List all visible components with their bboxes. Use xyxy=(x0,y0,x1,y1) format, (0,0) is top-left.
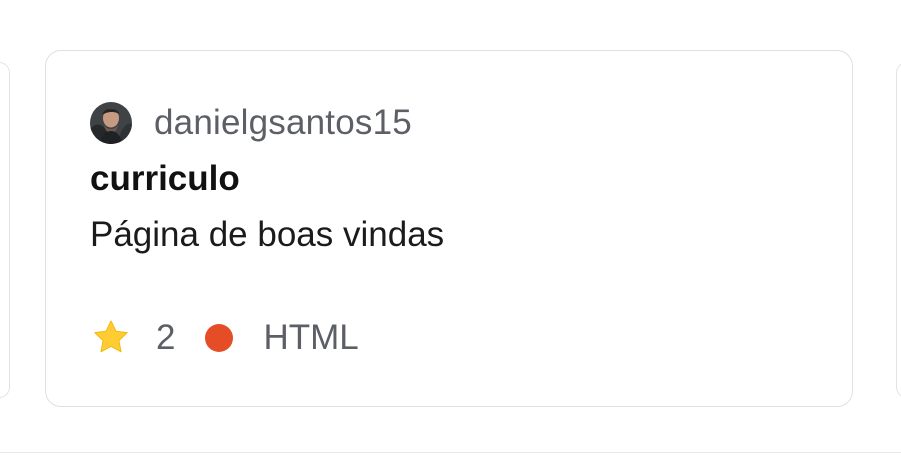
repository-stats: 2 HTML xyxy=(90,315,359,361)
repository-name[interactable]: curriculo xyxy=(90,159,240,199)
next-repository-card[interactable] xyxy=(896,62,901,398)
language-color-dot xyxy=(205,324,234,352)
star-icon[interactable] xyxy=(90,317,132,359)
repository-card[interactable]: danielgsantos15 curriculo Página de boas… xyxy=(45,50,853,407)
repository-owner[interactable]: danielgsantos15 xyxy=(90,100,412,146)
previous-repository-card[interactable] xyxy=(0,62,10,398)
repository-description: Página de boas vindas xyxy=(90,215,445,254)
avatar[interactable] xyxy=(90,102,132,144)
repository-card-carousel: danielgsantos15 curriculo Página de boas… xyxy=(0,0,901,457)
star-count: 2 xyxy=(156,318,176,357)
bottom-divider xyxy=(0,452,901,453)
owner-username[interactable]: danielgsantos15 xyxy=(154,103,412,143)
language-name: HTML xyxy=(263,318,359,357)
